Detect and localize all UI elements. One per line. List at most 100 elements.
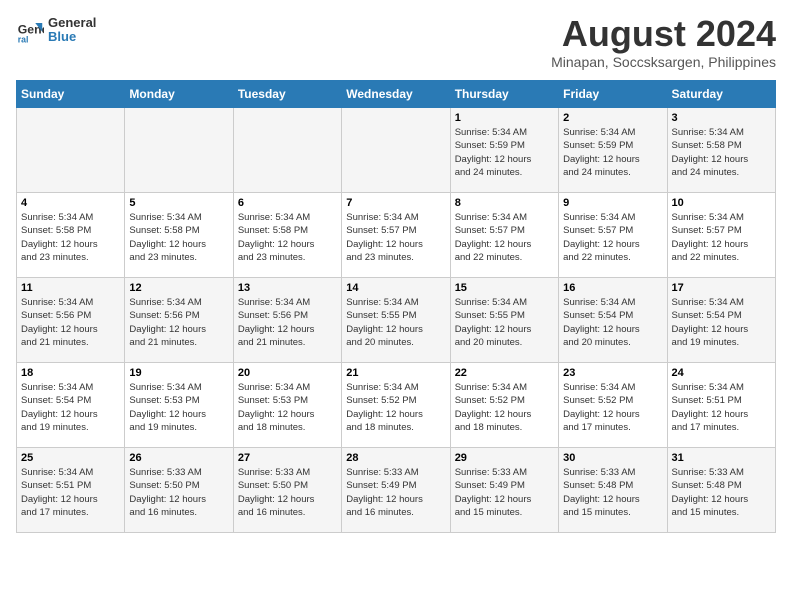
calendar-table: SundayMondayTuesdayWednesdayThursdayFrid… [16,80,776,533]
calendar-cell: 6 Sunrise: 5:34 AM Sunset: 5:58 PM Daylig… [233,193,341,278]
calendar-cell: 23Sunrise: 5:34 AM Sunset: 5:52 PM Dayli… [559,363,667,448]
calendar-cell: 9 Sunrise: 5:34 AM Sunset: 5:57 PM Daylig… [559,193,667,278]
calendar-cell: 25 Sunrise: 5:34 AM Sunset: 5:51 PM Dayli… [17,448,125,533]
day-number: 7 [346,197,445,209]
day-info: Sunrise: 5:33 AM Sunset: 5:49 PM Dayligh… [455,466,554,519]
calendar-cell [17,108,125,193]
calendar-cell [233,108,341,193]
day-info: Sunrise: 5:34 AM Sunset: 5:55 PM Dayligh… [346,296,445,349]
title-block: August 2024 Minapan, Soccsksargen, Phili… [551,16,776,70]
calendar-cell: 14 Sunrise: 5:34 AM Sunset: 5:55 PM Dayli… [342,278,450,363]
calendar-cell: 29 Sunrise: 5:33 AM Sunset: 5:49 PM Dayli… [450,448,558,533]
calendar-cell: 27Sunrise: 5:33 AM Sunset: 5:50 PM Dayli… [233,448,341,533]
day-info: Sunrise: 5:34 AM Sunset: 5:53 PM Dayligh… [238,381,337,434]
day-number: 20 [238,367,337,379]
day-number: 24 [672,367,771,379]
day-info: Sunrise: 5:34 AM Sunset: 5:58 PM Dayligh… [672,126,771,179]
calendar-week-1: 1 Sunrise: 5:34 AM Sunset: 5:59 PM Daylig… [17,108,776,193]
calendar-cell: 7 Sunrise: 5:34 AM Sunset: 5:57 PM Daylig… [342,193,450,278]
day-number: 3 [672,112,771,124]
day-number: 18 [21,367,120,379]
day-number: 13 [238,282,337,294]
header-cell-wednesday: Wednesday [342,81,450,108]
day-number: 21 [346,367,445,379]
day-info: Sunrise: 5:34 AM Sunset: 5:51 PM Dayligh… [672,381,771,434]
month-title: August 2024 [551,16,776,52]
day-info: Sunrise: 5:34 AM Sunset: 5:53 PM Dayligh… [129,381,228,434]
calendar-cell: 31Sunrise: 5:33 AM Sunset: 5:48 PM Dayli… [667,448,775,533]
calendar-cell: 16Sunrise: 5:34 AM Sunset: 5:54 PM Dayli… [559,278,667,363]
day-number: 25 [21,452,120,464]
calendar-body: 1 Sunrise: 5:34 AM Sunset: 5:59 PM Daylig… [17,108,776,533]
day-number: 12 [129,282,228,294]
day-number: 1 [455,112,554,124]
calendar-cell: 17Sunrise: 5:34 AM Sunset: 5:54 PM Dayli… [667,278,775,363]
calendar-cell [342,108,450,193]
day-number: 14 [346,282,445,294]
day-number: 29 [455,452,554,464]
day-number: 5 [129,197,228,209]
calendar-cell: 20 Sunrise: 5:34 AM Sunset: 5:53 PM Dayli… [233,363,341,448]
day-number: 19 [129,367,228,379]
day-number: 10 [672,197,771,209]
logo: Gene ral General Blue [16,16,96,45]
calendar-cell: 10Sunrise: 5:34 AM Sunset: 5:57 PM Dayli… [667,193,775,278]
calendar-header: SundayMondayTuesdayWednesdayThursdayFrid… [17,81,776,108]
calendar-cell: 12 Sunrise: 5:34 AM Sunset: 5:56 PM Dayli… [125,278,233,363]
calendar-week-2: 4 Sunrise: 5:34 AM Sunset: 5:58 PM Daylig… [17,193,776,278]
day-info: Sunrise: 5:34 AM Sunset: 5:51 PM Dayligh… [21,466,120,519]
day-number: 9 [563,197,662,209]
calendar-cell: 8Sunrise: 5:34 AM Sunset: 5:57 PM Daylig… [450,193,558,278]
day-info: Sunrise: 5:33 AM Sunset: 5:50 PM Dayligh… [238,466,337,519]
day-number: 11 [21,282,120,294]
calendar-week-3: 11 Sunrise: 5:34 AM Sunset: 5:56 PM Dayli… [17,278,776,363]
logo-text: General Blue [48,16,96,45]
calendar-cell: 2 Sunrise: 5:34 AM Sunset: 5:59 PM Daylig… [559,108,667,193]
calendar-cell: 1 Sunrise: 5:34 AM Sunset: 5:59 PM Daylig… [450,108,558,193]
day-number: 23 [563,367,662,379]
calendar-cell: 4 Sunrise: 5:34 AM Sunset: 5:58 PM Daylig… [17,193,125,278]
day-number: 15 [455,282,554,294]
day-number: 22 [455,367,554,379]
day-info: Sunrise: 5:34 AM Sunset: 5:58 PM Dayligh… [238,211,337,264]
logo-line1: General [48,16,96,30]
calendar-cell: 18 Sunrise: 5:34 AM Sunset: 5:54 PM Dayli… [17,363,125,448]
day-info: Sunrise: 5:34 AM Sunset: 5:58 PM Dayligh… [21,211,120,264]
calendar-cell: 24 Sunrise: 5:34 AM Sunset: 5:51 PM Dayli… [667,363,775,448]
calendar-cell: 13 Sunrise: 5:34 AM Sunset: 5:56 PM Dayli… [233,278,341,363]
svg-text:ral: ral [18,35,29,45]
calendar-week-5: 25 Sunrise: 5:34 AM Sunset: 5:51 PM Dayli… [17,448,776,533]
day-number: 2 [563,112,662,124]
calendar-cell: 26Sunrise: 5:33 AM Sunset: 5:50 PM Dayli… [125,448,233,533]
logo-icon: Gene ral [16,16,44,44]
day-info: Sunrise: 5:34 AM Sunset: 5:56 PM Dayligh… [238,296,337,349]
day-info: Sunrise: 5:34 AM Sunset: 5:57 PM Dayligh… [455,211,554,264]
calendar-cell: 5Sunrise: 5:34 AM Sunset: 5:58 PM Daylig… [125,193,233,278]
calendar-cell: 22Sunrise: 5:34 AM Sunset: 5:52 PM Dayli… [450,363,558,448]
header-cell-friday: Friday [559,81,667,108]
day-info: Sunrise: 5:34 AM Sunset: 5:59 PM Dayligh… [563,126,662,179]
day-number: 16 [563,282,662,294]
day-number: 6 [238,197,337,209]
day-info: Sunrise: 5:34 AM Sunset: 5:59 PM Dayligh… [455,126,554,179]
calendar-week-4: 18 Sunrise: 5:34 AM Sunset: 5:54 PM Dayli… [17,363,776,448]
calendar-cell: 15 Sunrise: 5:34 AM Sunset: 5:55 PM Dayli… [450,278,558,363]
day-number: 4 [21,197,120,209]
day-number: 30 [563,452,662,464]
day-number: 28 [346,452,445,464]
day-info: Sunrise: 5:33 AM Sunset: 5:49 PM Dayligh… [346,466,445,519]
header-cell-thursday: Thursday [450,81,558,108]
day-info: Sunrise: 5:34 AM Sunset: 5:55 PM Dayligh… [455,296,554,349]
day-info: Sunrise: 5:34 AM Sunset: 5:57 PM Dayligh… [563,211,662,264]
day-info: Sunrise: 5:34 AM Sunset: 5:57 PM Dayligh… [346,211,445,264]
day-info: Sunrise: 5:33 AM Sunset: 5:48 PM Dayligh… [672,466,771,519]
day-info: Sunrise: 5:34 AM Sunset: 5:54 PM Dayligh… [21,381,120,434]
calendar-cell: 3 Sunrise: 5:34 AM Sunset: 5:58 PM Daylig… [667,108,775,193]
calendar-cell [125,108,233,193]
header-cell-sunday: Sunday [17,81,125,108]
calendar-cell: 21Sunrise: 5:34 AM Sunset: 5:52 PM Dayli… [342,363,450,448]
header-cell-saturday: Saturday [667,81,775,108]
day-info: Sunrise: 5:34 AM Sunset: 5:56 PM Dayligh… [129,296,228,349]
day-number: 26 [129,452,228,464]
day-info: Sunrise: 5:33 AM Sunset: 5:48 PM Dayligh… [563,466,662,519]
